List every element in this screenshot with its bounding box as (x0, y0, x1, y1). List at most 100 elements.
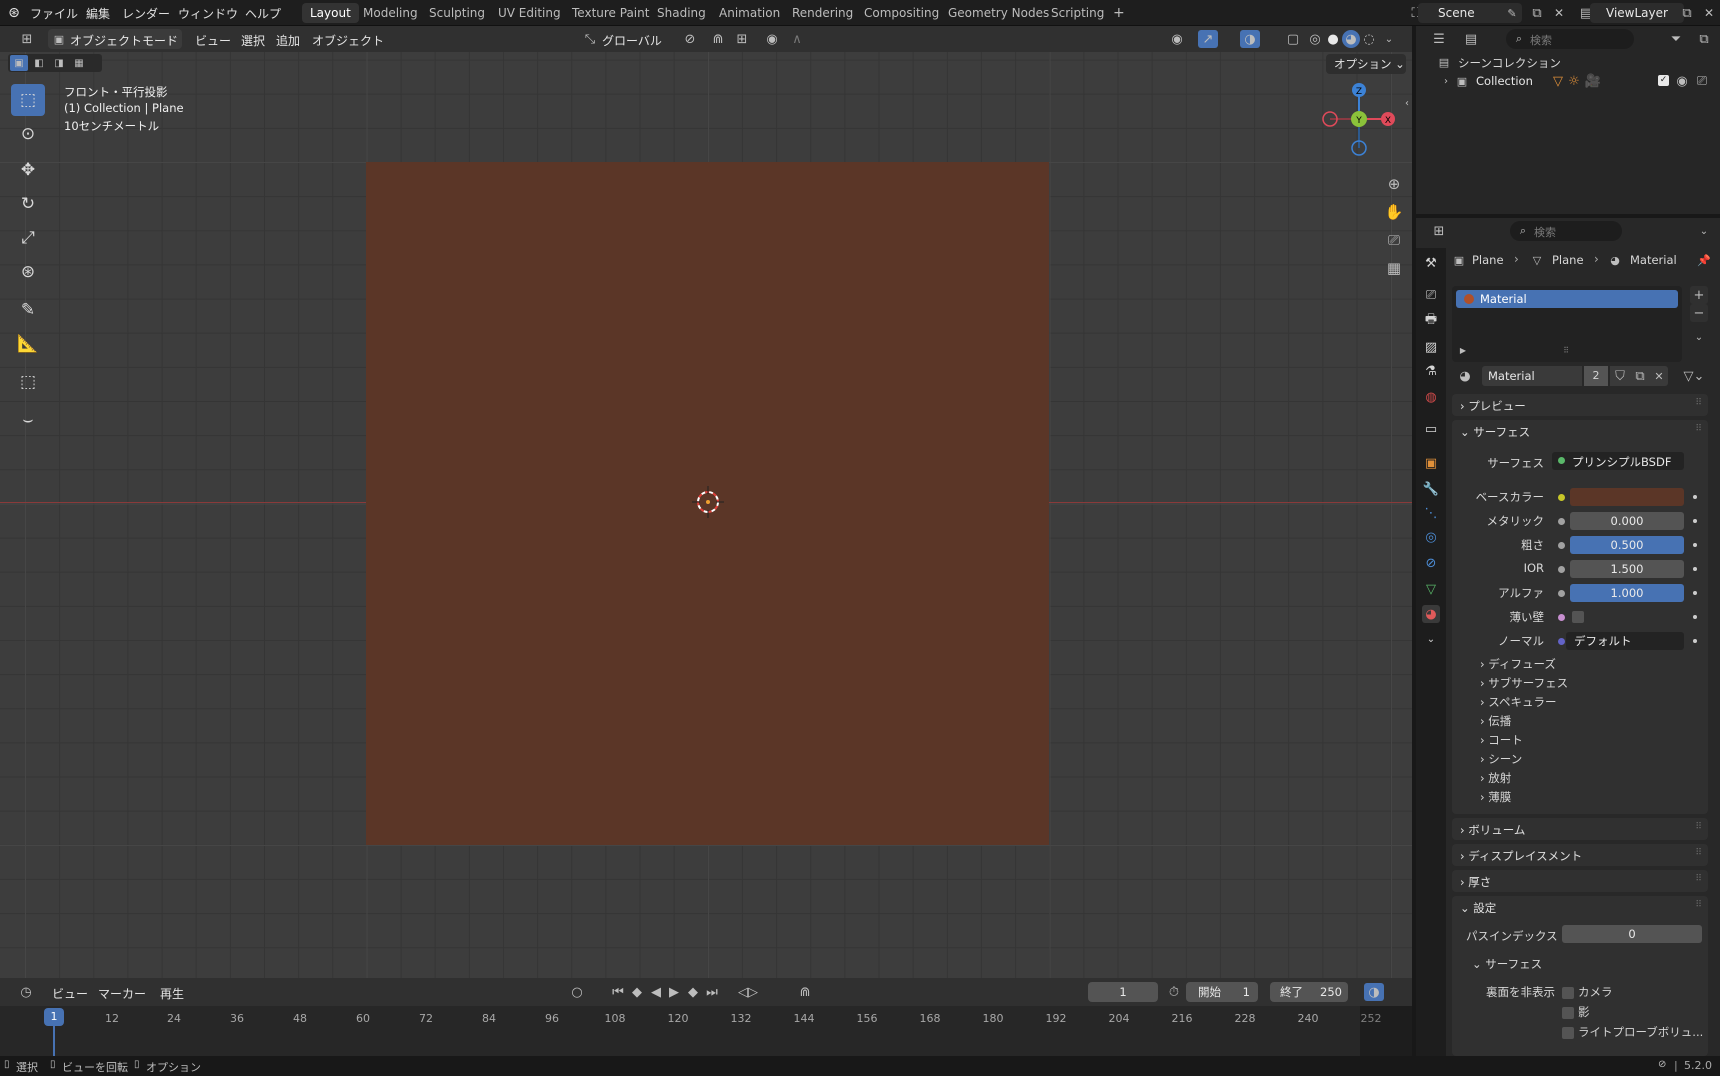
curve-tool-icon[interactable]: ⌣ (11, 404, 45, 436)
jump-end-icon[interactable]: ⏭ (704, 983, 720, 1001)
subpanel-header[interactable]: › サブサーフェス (1480, 675, 1568, 691)
tool-tab-icon[interactable]: ⚒ (1422, 254, 1440, 272)
animate-dot-icon[interactable] (1693, 639, 1697, 643)
timeline-menu-marker[interactable]: マーカー (98, 985, 146, 1002)
menu-select[interactable]: 選択 (241, 32, 265, 49)
add-cube-tool-icon[interactable]: ⬚ (11, 366, 45, 398)
light-icon[interactable]: ☼ (1566, 73, 1582, 89)
scene-collection-label[interactable]: シーンコレクション (1458, 55, 1561, 71)
proportional-edit-icon[interactable]: ◉ (762, 30, 782, 48)
displacement-panel[interactable]: › ディスプレイスメント ⠿ (1452, 844, 1708, 866)
input-value-slider[interactable]: 0.500 (1570, 536, 1684, 554)
surface-shader-selector[interactable]: プリンシプルBSDF (1552, 452, 1684, 470)
material-slot-item[interactable]: Material (1456, 290, 1678, 308)
select-new-icon[interactable]: ▣ (10, 55, 28, 71)
transform-orientation-dropdown[interactable]: グローバル (602, 32, 662, 49)
wireframe-shading-icon[interactable]: ◎ (1306, 30, 1324, 48)
tabs-more-chevron-icon[interactable]: ⌄ (1422, 630, 1440, 648)
surface-panel-header[interactable]: ⌄ サーフェス (1460, 424, 1530, 440)
collection-label[interactable]: Collection (1476, 74, 1533, 88)
material-name-field[interactable]: Material (1482, 366, 1582, 386)
solid-shading-icon[interactable]: ● (1324, 30, 1342, 48)
select-box-tool-icon[interactable]: ⬚ (11, 84, 45, 116)
new-collection-icon[interactable]: ⧉ (1694, 30, 1714, 48)
select-subtract-icon[interactable]: ◨ (50, 55, 68, 71)
keyframe-nav-icon[interactable]: ◁▷ (728, 983, 768, 1001)
add-workspace-button[interactable]: + (1105, 3, 1133, 23)
gizmo-toggle-icon[interactable]: ↗ (1198, 30, 1218, 48)
3d-viewport[interactable]: ▣ ◧ ◨ ▦ オプション ⌄ フロント・平行投影 (1) Collection… (0, 52, 1412, 978)
outliner-editor-icon[interactable]: ☰ (1426, 30, 1452, 48)
jump-start-icon[interactable]: ⏮ (610, 983, 626, 1001)
drag-handle-icon[interactable]: ⠿ (1695, 900, 1702, 910)
menu-add[interactable]: 追加 (276, 32, 300, 49)
new-view-layer-icon[interactable]: ⧉ (1678, 4, 1696, 22)
display-mode-icon[interactable]: ▤ (1458, 30, 1484, 48)
modifier-tab-icon[interactable]: 🔧 (1422, 480, 1440, 498)
measure-tool-icon[interactable]: 📐 (11, 328, 45, 360)
next-keyframe-icon[interactable]: ◆ (684, 983, 702, 1001)
stopwatch-icon[interactable]: ⏱ (1164, 983, 1184, 1001)
end-frame-field[interactable]: 終了 250 (1270, 982, 1348, 1002)
cursor-tool-icon[interactable]: ⊙ (11, 118, 45, 150)
menu-render[interactable]: レンダー (122, 5, 170, 22)
move-tool-icon[interactable]: ✥ (11, 154, 45, 186)
settings-panel-header[interactable]: ⌄ 設定 (1460, 900, 1496, 916)
timeline-editor-icon[interactable]: ◷ (12, 983, 40, 1001)
thin-walled-checkbox[interactable] (1572, 611, 1584, 623)
exclude-checkbox[interactable]: ✓ (1658, 75, 1669, 86)
camera-view-icon[interactable]: ⎚ (1382, 228, 1406, 252)
subpanel-header[interactable]: › シーン (1480, 751, 1522, 767)
world-tab-icon[interactable]: ◍ (1422, 388, 1440, 406)
editor-type-icon[interactable]: ⊞ (14, 30, 40, 48)
menu-object[interactable]: オブジェクト (312, 32, 384, 49)
rendered-shading-icon[interactable]: ◌ (1360, 30, 1378, 48)
slot-specials-chevron-icon[interactable]: ⌄ (1690, 328, 1708, 346)
annotate-tool-icon[interactable]: ✎ (11, 294, 45, 326)
mode-selector[interactable]: ▣ オブジェクトモード (48, 29, 182, 49)
output-tab-icon[interactable]: 🖶 (1422, 312, 1440, 330)
fake-user-icon[interactable]: ⛉ (1610, 366, 1630, 386)
properties-editor-icon[interactable]: ⊞ (1426, 222, 1452, 240)
prev-keyframe-icon[interactable]: ◆ (628, 983, 646, 1001)
remove-slot-icon[interactable]: − (1690, 304, 1708, 322)
outliner-search-input[interactable]: ⌕ 検索 (1506, 29, 1634, 49)
menu-window[interactable]: ウィンドウ (178, 5, 238, 22)
preview-panel[interactable]: › プレビュー ⠿ (1452, 394, 1708, 416)
subpanel-header[interactable]: › 伝播 (1480, 713, 1511, 729)
collection-tab-icon[interactable]: ▭ (1422, 420, 1440, 438)
input-value-slider[interactable]: 0.000 (1570, 512, 1684, 530)
animate-dot-icon[interactable] (1693, 519, 1697, 523)
overlay-toggle-icon[interactable]: ◑ (1240, 30, 1260, 48)
drag-handle-icon[interactable]: ⠿ (1695, 848, 1702, 858)
xray-icon[interactable]: ▢ (1284, 30, 1302, 48)
shading-options-chevron-icon[interactable]: ⌄ (1382, 30, 1396, 48)
animate-dot-icon[interactable] (1693, 543, 1697, 547)
3d-cursor-icon[interactable] (690, 484, 726, 520)
menu-file[interactable]: ファイル (30, 5, 78, 22)
tab-layout[interactable]: Layout (302, 3, 359, 23)
link-type-icon[interactable]: ▽⌄ (1680, 366, 1708, 386)
tab-uv-editing[interactable]: UV Editing (490, 3, 569, 23)
delete-view-layer-icon[interactable]: ✕ (1700, 4, 1718, 22)
animate-dot-icon[interactable] (1693, 495, 1697, 499)
tab-rendering[interactable]: Rendering (784, 3, 861, 23)
falloff-icon[interactable]: ∧ (784, 30, 810, 48)
pin-icon[interactable]: 📌 (1696, 252, 1712, 268)
tab-modeling[interactable]: Modeling (355, 3, 426, 23)
snap-icon[interactable]: ⋒ (708, 30, 728, 48)
timeline-overlay-icon[interactable]: ◑ (1364, 983, 1384, 1001)
tab-texture-paint[interactable]: Texture Paint (564, 3, 657, 23)
drag-handle-icon[interactable]: ⠿ (1695, 874, 1702, 884)
drag-handle-icon[interactable]: ⠿ (1695, 424, 1702, 434)
input-socket-icon[interactable] (1558, 590, 1565, 597)
animate-dot-icon[interactable] (1693, 567, 1697, 571)
settings-surface-subheader[interactable]: ⌄ サーフェス (1472, 956, 1542, 972)
input-socket-icon[interactable] (1558, 638, 1565, 645)
tab-sculpting[interactable]: Sculpting (421, 3, 493, 23)
properties-options-chevron-icon[interactable]: ⌄ (1696, 222, 1712, 240)
timeline-menu-playback[interactable]: 再生 (160, 985, 184, 1002)
playhead[interactable]: 1 (44, 1008, 64, 1026)
menu-edit[interactable]: 編集 (86, 5, 110, 22)
scene-tab-icon[interactable]: ⚗ (1422, 362, 1440, 380)
